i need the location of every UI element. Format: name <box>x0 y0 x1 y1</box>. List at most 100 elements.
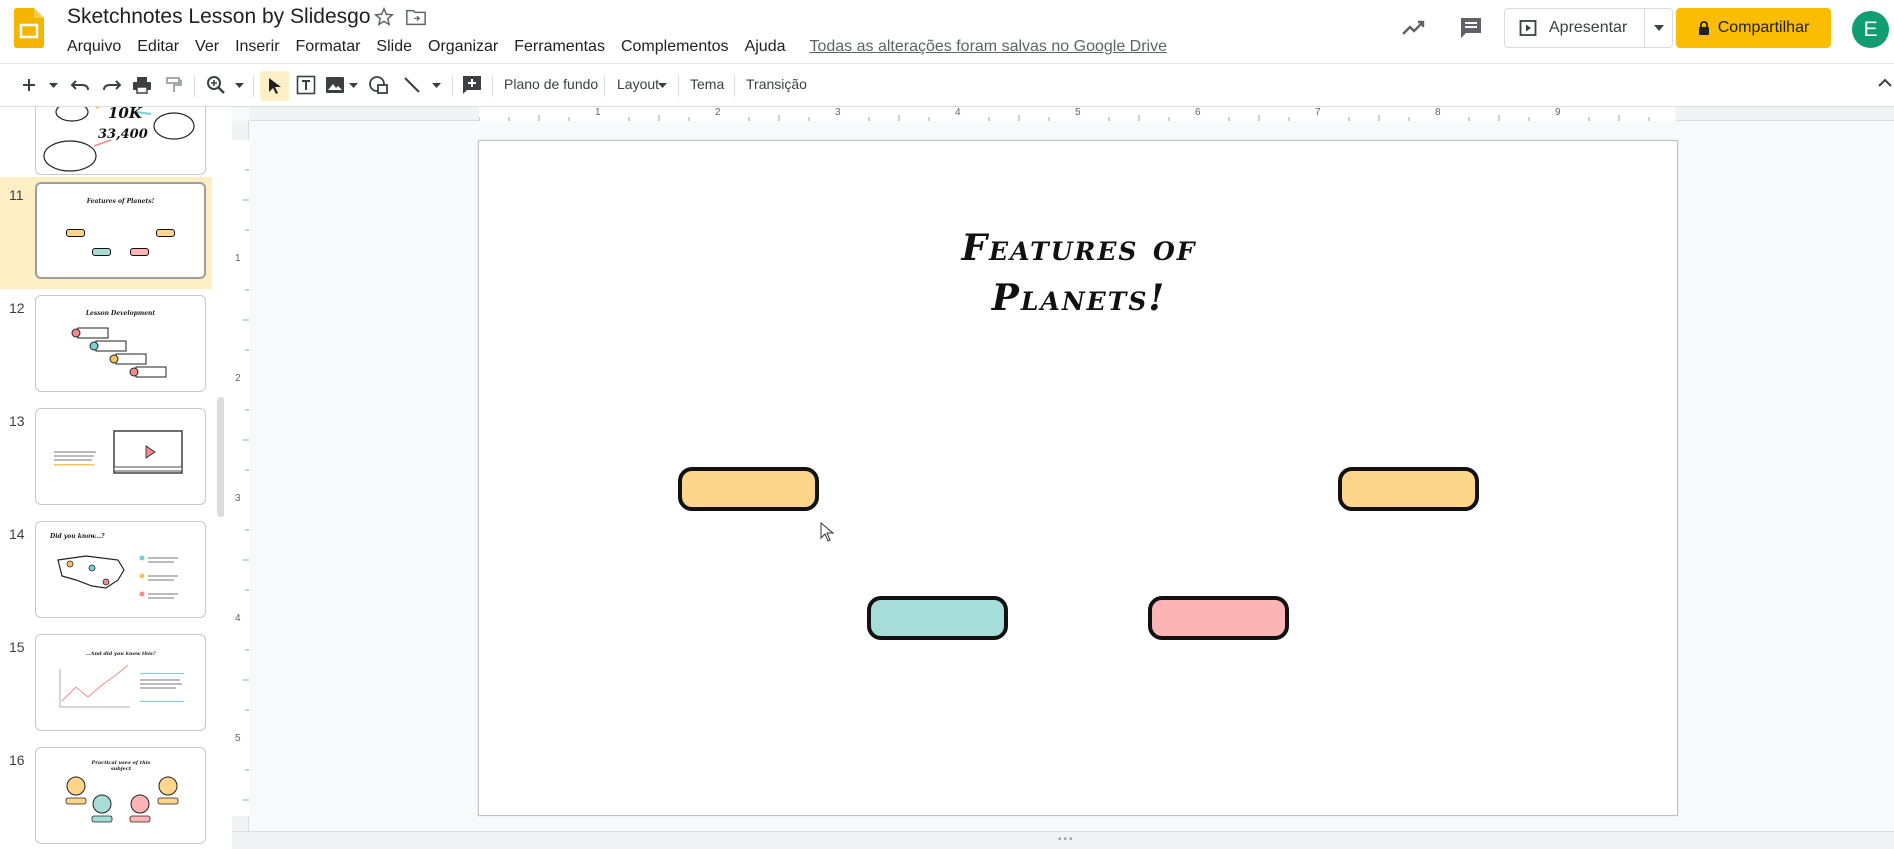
select-tool-button[interactable] <box>260 71 289 101</box>
undo-button[interactable] <box>69 72 91 98</box>
slide-thumbnail-14[interactable]: Did you know...? <box>35 521 206 618</box>
redo-icon <box>103 80 122 91</box>
slide-number: 15 <box>9 639 25 655</box>
layout-button[interactable]: Layout <box>617 76 659 92</box>
background-button[interactable]: Plano de fundo <box>504 76 598 92</box>
zoom-button[interactable] <box>204 72 228 98</box>
thumbnail-pill <box>156 229 175 237</box>
shape-pill-orange-left[interactable] <box>678 467 819 511</box>
plus-icon <box>23 79 35 91</box>
filmstrip-row-16: 16 Practical uses of this subject <box>0 742 212 849</box>
toolbar-divider <box>678 75 679 97</box>
filmstrip-row-13: 13 <box>0 403 212 515</box>
menu-arquivo[interactable]: Arquivo <box>59 38 129 56</box>
present-label: Apresentar <box>1549 19 1628 36</box>
share-button[interactable]: Compartilhar <box>1676 8 1831 48</box>
horizontal-ruler[interactable]: 1 2 3 4 5 6 7 8 9 <box>249 107 1894 121</box>
menu-formatar[interactable]: Formatar <box>288 38 369 56</box>
redo-button[interactable] <box>101 72 123 98</box>
menu-slide[interactable]: Slide <box>368 38 420 56</box>
line-dropdown[interactable] <box>430 72 442 98</box>
toolbar-divider <box>194 75 195 97</box>
ruler-label: 5 <box>235 733 241 744</box>
chevron-up-icon[interactable] <box>1878 78 1892 87</box>
menu-ferramentas[interactable]: Ferramentas <box>506 38 613 56</box>
slide-thumbnail-10[interactable]: 10K 33,400 <box>35 107 206 175</box>
slide-number: 13 <box>9 413 25 429</box>
slide-title[interactable]: Features of Planets! <box>479 223 1679 323</box>
activity-trend-icon[interactable] <box>1400 17 1428 39</box>
slide-thumbnail-12[interactable]: Lesson Development <box>35 295 206 392</box>
theme-button[interactable]: Tema <box>690 76 724 92</box>
slide-canvas[interactable]: Features of Planets! <box>478 140 1678 816</box>
caret-down-icon <box>657 82 667 88</box>
move-folder-icon[interactable] <box>405 7 427 27</box>
drag-handle-icon[interactable]: ••• <box>1058 834 1075 845</box>
paint-format-button[interactable] <box>163 72 185 98</box>
present-options-button[interactable] <box>1644 8 1673 48</box>
slide-thumbnail-15[interactable]: ...And did you know this? <box>35 634 206 731</box>
shape-pill-pink[interactable] <box>1148 596 1289 640</box>
account-avatar[interactable]: E <box>1852 11 1889 48</box>
menu-ajuda[interactable]: Ajuda <box>737 38 794 56</box>
menu-inserir[interactable]: Inserir <box>227 38 287 56</box>
text-box-button[interactable] <box>294 72 318 98</box>
filmstrip-row-15: 15 ...And did you know this? <box>0 629 212 741</box>
ruler-label: 3 <box>835 107 841 118</box>
transition-button[interactable]: Transição <box>746 76 807 92</box>
slide-16-icons <box>65 776 179 823</box>
document-title[interactable]: Sketchnotes Lesson by Slidesgo <box>67 5 371 29</box>
slide-10-number-2: 33,400 <box>98 127 148 142</box>
slide-number: 14 <box>9 526 25 542</box>
add-comment-button[interactable] <box>460 72 484 98</box>
present-button[interactable]: Apresentar <box>1504 8 1645 48</box>
comment-icon[interactable] <box>1458 15 1484 41</box>
line-icon <box>404 77 420 93</box>
slide-10-preview: 10K 33,400 <box>43 107 195 172</box>
menu-complementos[interactable]: Complementos <box>613 38 737 56</box>
toolbar-divider <box>492 75 493 97</box>
filmstrip-scrollbar[interactable] <box>217 397 224 517</box>
line-button[interactable] <box>401 72 423 98</box>
layout-dropdown[interactable] <box>656 72 668 98</box>
slide-15-chart <box>59 664 184 708</box>
slide-thumbnail-16[interactable]: Practical uses of this subject <box>35 747 206 844</box>
insert-image-dropdown[interactable] <box>347 72 359 98</box>
print-button[interactable] <box>131 72 153 98</box>
caret-down-icon <box>348 82 358 88</box>
save-status-link[interactable]: Todas as alterações foram salvas no Goog… <box>809 38 1167 56</box>
present-icon <box>1519 20 1537 36</box>
slides-logo-icon[interactable] <box>14 8 44 48</box>
shape-pill-teal[interactable] <box>867 596 1008 640</box>
new-slide-layout-dropdown[interactable] <box>46 72 60 98</box>
app-header: Sketchnotes Lesson by Slidesgo Arquivo E… <box>0 0 1894 63</box>
star-icon[interactable] <box>373 6 395 28</box>
zoom-dropdown[interactable] <box>233 72 245 98</box>
ruler-label: 1 <box>235 253 241 264</box>
slide-14-map <box>57 555 178 599</box>
slide-13-video <box>54 430 183 474</box>
slide-thumbnail-11[interactable]: Features of Planets! <box>35 182 206 279</box>
ruler-label: 4 <box>955 107 961 118</box>
horizontal-ruler-active: 1 2 3 4 5 6 7 8 9 <box>479 107 1675 121</box>
share-label: Compartilhar <box>1717 19 1810 36</box>
thumbnail-pill <box>66 229 85 237</box>
ruler-label: 4 <box>235 613 241 624</box>
menu-editar[interactable]: Editar <box>129 38 187 56</box>
caret-down-icon <box>431 82 441 88</box>
thumbnail-pill <box>130 248 149 256</box>
print-icon <box>133 77 151 94</box>
zoom-icon <box>207 76 225 94</box>
new-slide-button[interactable] <box>18 72 40 98</box>
shape-pill-orange-right[interactable] <box>1338 467 1479 511</box>
vertical-ruler[interactable]: 1 2 3 4 5 <box>232 121 249 831</box>
menu-ver[interactable]: Ver <box>187 38 227 56</box>
paint-format-icon <box>166 77 182 92</box>
insert-image-button[interactable] <box>324 72 346 98</box>
menu-organizar[interactable]: Organizar <box>420 38 506 56</box>
ruler-label: 6 <box>1195 107 1201 118</box>
ruler-label: 2 <box>715 107 721 118</box>
shape-button[interactable] <box>367 72 391 98</box>
slide-thumbnail-13[interactable] <box>35 408 206 505</box>
vertical-ruler-active: 1 2 3 4 5 <box>232 140 249 816</box>
